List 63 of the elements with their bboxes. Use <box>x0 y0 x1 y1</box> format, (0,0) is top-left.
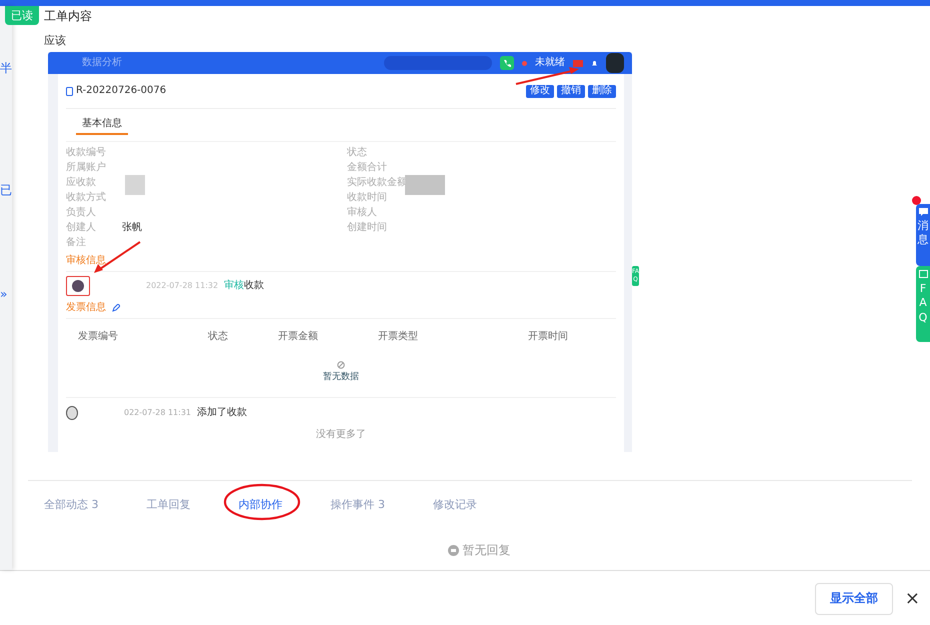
record-id: R-20220726-0076 <box>76 85 166 97</box>
end-text: 没有更多了 <box>316 429 366 440</box>
activity-tab[interactable]: 全部动态 3 <box>44 495 98 514</box>
background-text: » <box>0 287 8 301</box>
pencil-icon[interactable] <box>112 304 120 312</box>
show-all-button[interactable]: 显示全部 <box>814 582 893 614</box>
action-button[interactable]: 删除 <box>588 84 616 98</box>
field-label: 应收款 <box>66 176 97 188</box>
entry-action: 审核 <box>224 280 244 292</box>
avatar-placeholder <box>72 280 84 292</box>
activity-tab[interactable]: 修改记录 <box>433 495 477 514</box>
field-label: 审核人 <box>347 206 378 218</box>
background-text: 已 <box>0 183 12 197</box>
redaction-block <box>125 175 145 195</box>
field-label: 创建时间 <box>347 220 388 234</box>
column-header: 开票时间 <box>528 331 569 343</box>
activity-tab[interactable]: 操作事件 3 <box>330 495 385 514</box>
empty-text: 暂无数据 <box>323 371 359 383</box>
tab[interactable]: 基本信息 <box>76 113 128 135</box>
close-button[interactable]: × <box>904 588 920 609</box>
bell-icon <box>591 60 598 66</box>
section-heading: 发票信息 <box>66 302 106 314</box>
redaction-block <box>405 175 445 195</box>
arrow-annotation <box>516 67 579 85</box>
comment-icon <box>448 545 458 556</box>
column-header: 状态 <box>208 331 229 343</box>
section-title: 工单内容 <box>44 8 93 24</box>
field-label: 金额合计 <box>347 160 388 174</box>
column-header: 开票类型 <box>378 331 419 343</box>
field-label: 备注 <box>66 236 87 248</box>
entry-object: 收款 <box>244 280 264 292</box>
entry-text: 添加了收款 <box>197 407 247 419</box>
document-icon <box>66 86 73 96</box>
section-heading: 审核信息 <box>66 255 106 267</box>
avatar-placeholder <box>66 406 78 420</box>
read-badge: 已读 <box>5 6 39 25</box>
field-value: 张帆 <box>122 220 142 234</box>
status-dot <box>522 60 527 66</box>
field-label: 状态 <box>347 146 368 158</box>
flag-icon <box>573 60 583 66</box>
field-label: 收款时间 <box>347 190 388 204</box>
body-text: 应该 <box>44 34 67 48</box>
action-button[interactable]: 撤销 <box>557 84 585 98</box>
column-header: 发票编号 <box>78 331 119 343</box>
column-header: 开票金额 <box>278 331 319 343</box>
field-label: 负责人 <box>66 206 97 218</box>
action-button[interactable]: 修改 <box>526 84 554 98</box>
background-text: 半 <box>0 61 12 75</box>
status-label: 未就绪 <box>535 57 565 69</box>
entry-time: 2022-07-28 11:32 <box>146 280 218 292</box>
field-label: 创建人 <box>66 220 97 234</box>
field-label: 收款方式 <box>66 190 107 204</box>
chat-icon <box>918 208 928 216</box>
entry-time: 022-07-28 11:31 <box>124 407 191 419</box>
empty-reply-text: 暂无回复 <box>462 542 510 559</box>
activity-tab[interactable]: 工单回复 <box>146 495 190 514</box>
empty-icon <box>337 361 345 369</box>
messages-tab[interactable]: 消息 <box>916 204 930 266</box>
phone-icon <box>500 56 514 70</box>
field-label: 所属账户 <box>66 160 107 174</box>
field-label: 收款编号 <box>66 146 107 158</box>
avatar-placeholder <box>606 53 624 73</box>
nav-label: 数据分析 <box>82 57 122 69</box>
